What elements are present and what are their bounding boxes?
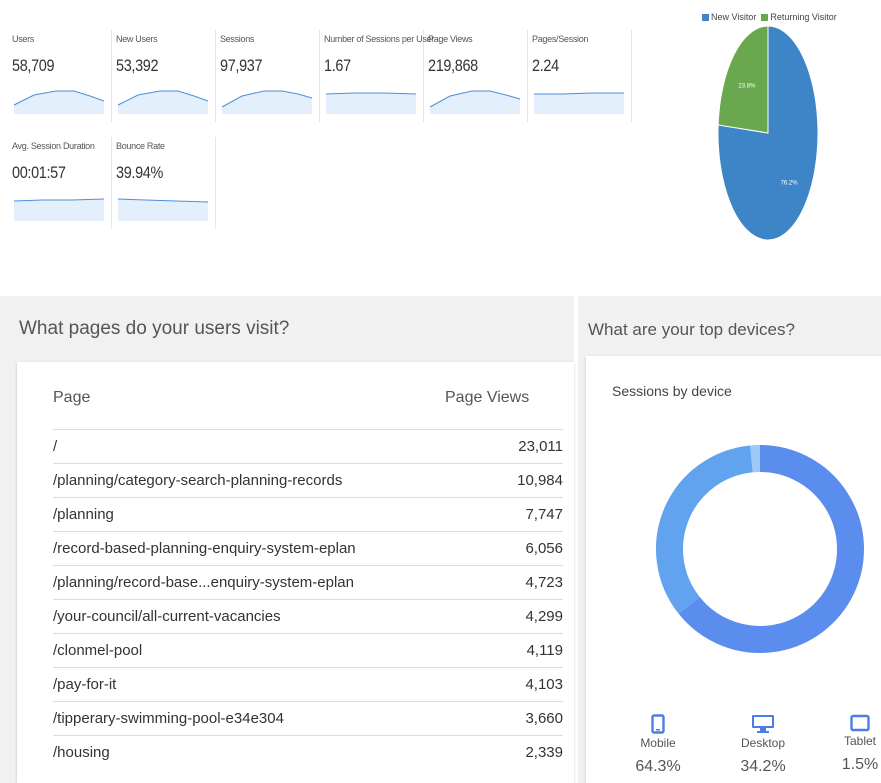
metric-value: 97,937 bbox=[220, 56, 263, 75]
metric-users[interactable]: Users 58,709 bbox=[12, 30, 112, 122]
metric-sparkline bbox=[117, 90, 209, 114]
page-views: 4,103 bbox=[525, 676, 563, 693]
page-path: / bbox=[53, 438, 58, 455]
table-row[interactable]: /clonmel-pool 4,119 bbox=[53, 633, 563, 668]
device-percent: 34.2% bbox=[740, 758, 786, 775]
metric-sparkline bbox=[325, 92, 417, 114]
metric-value: 58,709 bbox=[12, 56, 55, 75]
metric-value: 00:01:57 bbox=[12, 163, 66, 182]
page-views: 4,119 bbox=[526, 642, 563, 659]
page-views: 10,984 bbox=[517, 472, 563, 489]
page-path: /planning/record-base...enquiry-system-e… bbox=[53, 574, 354, 591]
devices-chart-subtitle: Sessions by device bbox=[612, 383, 732, 399]
page-views: 3,660 bbox=[525, 710, 563, 727]
page-path: /record-based-planning-enquiry-system-ep… bbox=[53, 540, 356, 557]
page-views: 2,339 bbox=[525, 744, 563, 761]
pie-slice-returning-visitor[interactable] bbox=[717, 25, 769, 134]
page-path: /clonmel-pool bbox=[53, 642, 143, 659]
table-row[interactable]: /tipperary-swimming-pool-e34e304 3,660 bbox=[53, 701, 563, 736]
metric-value: 1.67 bbox=[324, 56, 351, 75]
page-path: /planning bbox=[53, 506, 114, 523]
tablet-icon bbox=[850, 714, 870, 732]
metric-label: New Users bbox=[116, 34, 158, 44]
metric-value: 53,392 bbox=[116, 56, 159, 75]
page-views: 7,747 bbox=[525, 506, 563, 523]
pie-slice-label: 23.8% bbox=[738, 83, 756, 89]
metric-sparkline bbox=[429, 90, 521, 114]
page-views: 4,299 bbox=[525, 608, 563, 625]
metric-label: Page Views bbox=[428, 34, 473, 44]
metric-sparkline bbox=[221, 90, 313, 114]
page-path: /housing bbox=[53, 744, 110, 761]
devices-card: Sessions by device Mobile 64.3% Desktop … bbox=[586, 356, 881, 783]
column-header-page[interactable]: Page bbox=[53, 389, 90, 407]
metric-bounce-rate[interactable]: Bounce Rate 39.94% bbox=[116, 137, 216, 229]
metric-label: Pages/Session bbox=[532, 34, 589, 44]
device-tablet[interactable]: Tablet 1.5% bbox=[820, 714, 881, 774]
device-percent: 1.5% bbox=[841, 756, 879, 773]
table-row[interactable]: /planning 7,747 bbox=[53, 497, 563, 532]
metric-value: 2.24 bbox=[532, 56, 559, 75]
page-views: 23,011 bbox=[518, 438, 563, 455]
devices-panel-title: What are your top devices? bbox=[588, 320, 795, 339]
mobile-icon bbox=[651, 714, 665, 734]
table-row[interactable]: /planning/record-base...enquiry-system-e… bbox=[53, 565, 563, 600]
device-mobile[interactable]: Mobile 64.3% bbox=[618, 714, 698, 776]
table-row[interactable]: /housing 2,339 bbox=[53, 735, 563, 770]
metric-sessions[interactable]: Sessions 97,937 bbox=[220, 30, 320, 122]
metric-value: 39.94% bbox=[116, 163, 163, 182]
page-views: 4,723 bbox=[525, 574, 563, 591]
desktop-icon bbox=[752, 715, 774, 733]
metric-label: Bounce Rate bbox=[116, 141, 165, 151]
device-donut-chart bbox=[656, 445, 864, 653]
device-desktop[interactable]: Desktop 34.2% bbox=[723, 714, 803, 776]
pie-slice-label: 76.2% bbox=[781, 181, 799, 187]
device-name: Mobile bbox=[640, 736, 676, 750]
page-path: /planning/category-search-planning-recor… bbox=[53, 472, 343, 489]
metric-sessions-per-user[interactable]: Number of Sessions per User 1.67 bbox=[324, 30, 434, 122]
metric-label: Avg. Session Duration bbox=[12, 141, 95, 151]
pages-card: Page Page Views / 23,011 /planning/catego… bbox=[17, 362, 574, 783]
metric-avg-session-duration[interactable]: Avg. Session Duration 00:01:57 bbox=[12, 137, 112, 229]
legend-swatch bbox=[702, 14, 709, 22]
column-header-page-views[interactable]: Page Views bbox=[445, 389, 529, 407]
device-name: Tablet bbox=[843, 734, 877, 748]
metric-sparkline bbox=[13, 90, 105, 114]
pages-panel-title: What pages do your users visit? bbox=[19, 318, 290, 339]
metric-pages-per-session[interactable]: Pages/Session 2.24 bbox=[532, 30, 632, 122]
metric-label: Number of Sessions per User bbox=[324, 34, 434, 44]
table-row[interactable]: /your-council/all-current-vacancies 4,299 bbox=[53, 599, 563, 634]
metric-page-views[interactable]: Page Views 219,868 bbox=[428, 30, 528, 122]
page-path: /tipperary-swimming-pool-e34e304 bbox=[53, 710, 284, 727]
donut-segment-desktop[interactable] bbox=[656, 445, 754, 614]
table-row[interactable]: /pay-for-it 4,103 bbox=[53, 667, 563, 702]
table-row[interactable]: / 23,011 bbox=[53, 429, 563, 464]
metric-sparkline bbox=[117, 198, 209, 221]
metric-sparkline bbox=[534, 92, 624, 114]
device-name: Desktop bbox=[740, 736, 786, 750]
page-views: 6,056 bbox=[525, 540, 563, 557]
page-path: /pay-for-it bbox=[53, 676, 117, 693]
table-row[interactable]: /record-based-planning-enquiry-system-ep… bbox=[53, 531, 563, 566]
metric-value: 219,868 bbox=[428, 56, 478, 75]
page-path: /your-council/all-current-vacancies bbox=[53, 608, 281, 625]
metric-label: Sessions bbox=[220, 34, 255, 44]
visitor-pie-chart: 76.2% 23.8% bbox=[717, 25, 819, 241]
table-row[interactable]: /planning/category-search-planning-recor… bbox=[53, 463, 563, 498]
metric-label: Users bbox=[12, 34, 35, 44]
metric-sparkline bbox=[13, 198, 105, 221]
metric-new-users[interactable]: New Users 53,392 bbox=[116, 30, 216, 122]
device-percent: 64.3% bbox=[635, 758, 681, 775]
